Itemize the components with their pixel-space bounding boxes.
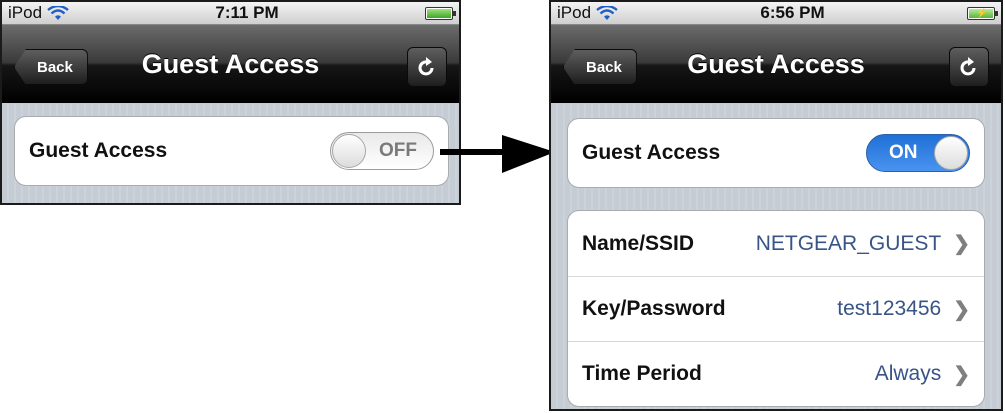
guest-access-label: Guest Access: [29, 139, 168, 162]
navigation-bar: Guest Access Back: [551, 25, 1001, 103]
status-bar: iPod 7:11 PM: [2, 2, 459, 25]
back-button[interactable]: Back: [14, 49, 88, 85]
wifi-icon: [596, 5, 618, 20]
setting-row-ssid[interactable]: Name/SSID NETGEAR_GUEST ❯: [568, 211, 984, 276]
content-area: Guest Access ON Name/SSID NETGEAR_GUEST …: [551, 104, 1001, 409]
navigation-bar: Guest Access Back: [2, 25, 459, 103]
guest-access-toggle[interactable]: ON: [866, 134, 970, 172]
left-phone-screen: iPod 7:11 PM Guest Access Back Guest Acc…: [0, 0, 461, 205]
toggle-state-label: OFF: [379, 140, 417, 161]
carrier-label: iPod: [8, 3, 43, 22]
setting-row-time-period[interactable]: Time Period Always ❯: [568, 341, 984, 406]
time-period-value: Always: [874, 362, 942, 385]
ssid-label: Name/SSID: [582, 231, 695, 255]
guest-access-group: Guest Access OFF: [14, 116, 449, 186]
back-button[interactable]: Back: [563, 49, 637, 85]
guest-settings-group: Name/SSID NETGEAR_GUEST ❯ Key/Password t…: [567, 210, 985, 407]
status-time: 7:11 PM: [215, 3, 279, 22]
refresh-button[interactable]: [949, 47, 989, 87]
toggle-knob: [332, 134, 366, 168]
carrier-label: iPod: [557, 3, 592, 22]
chevron-right-icon: ❯: [953, 298, 970, 321]
refresh-button[interactable]: [407, 47, 447, 87]
battery-icon: [425, 6, 456, 20]
refresh-icon: [960, 57, 976, 76]
setting-row-password[interactable]: Key/Password test123456 ❯: [568, 276, 984, 341]
guest-access-row: Guest Access ON: [568, 119, 984, 187]
right-phone-screen: iPod 6:56 PM ⚡ Guest Access Back Guest A…: [549, 0, 1003, 411]
toggle-state-label: ON: [889, 142, 918, 163]
refresh-icon: [418, 57, 434, 76]
time-period-label: Time Period: [582, 362, 702, 385]
battery-icon: ⚡: [967, 6, 998, 20]
guest-access-toggle[interactable]: OFF: [330, 132, 434, 170]
status-bar: iPod 6:56 PM ⚡: [551, 2, 1001, 25]
status-time: 6:56 PM: [760, 3, 825, 22]
wifi-icon: [47, 5, 69, 20]
guest-access-row: Guest Access OFF: [15, 117, 448, 185]
ssid-value: NETGEAR_GUEST: [755, 231, 942, 255]
toggle-knob: [934, 136, 968, 170]
chevron-right-icon: ❯: [953, 363, 970, 386]
arrow-right-icon: [440, 135, 555, 173]
content-area: Guest Access OFF: [2, 104, 459, 203]
password-label: Key/Password: [582, 297, 726, 320]
chevron-right-icon: ❯: [953, 233, 970, 255]
password-value: test123456: [837, 297, 942, 320]
guest-access-label: Guest Access: [582, 141, 721, 164]
guest-access-group: Guest Access ON: [567, 118, 985, 188]
